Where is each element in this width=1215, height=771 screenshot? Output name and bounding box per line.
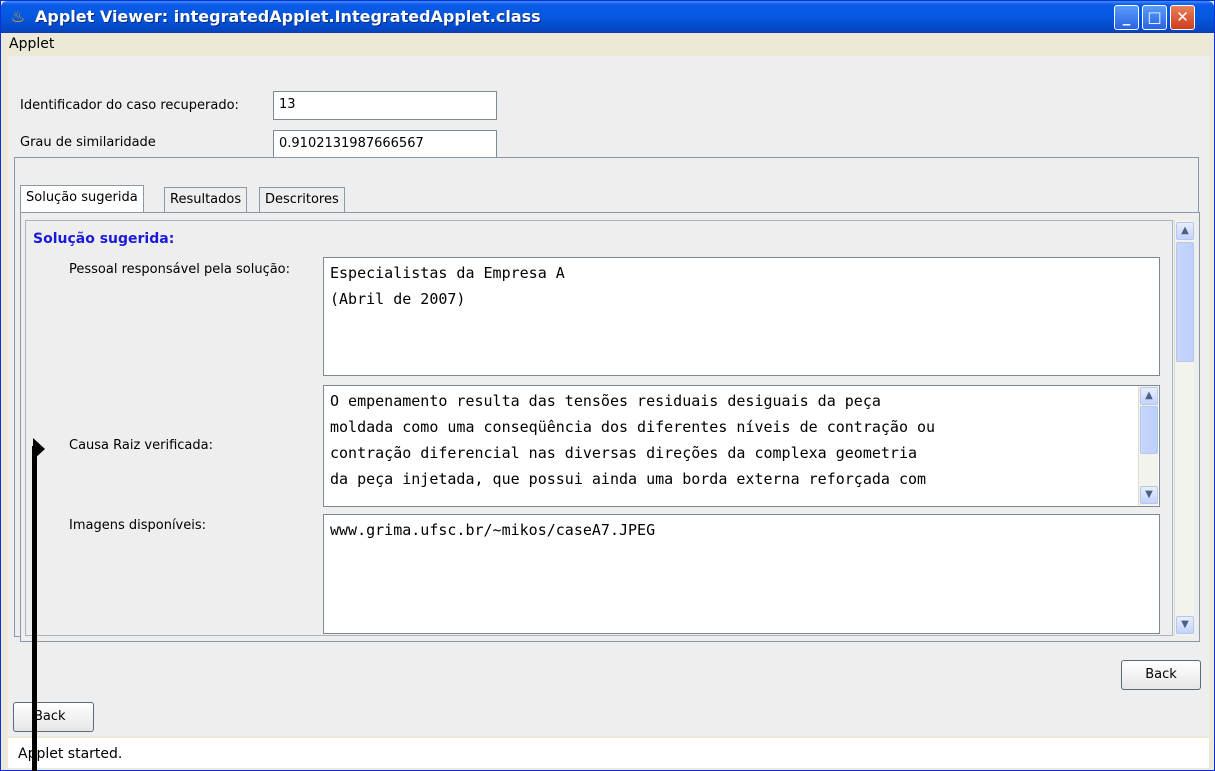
maximize-icon: □ [1147,8,1162,26]
close-icon: ✕ [1176,8,1189,26]
section-title: Solução sugerida: [33,231,175,247]
similarity-field[interactable]: 0.9102131987666567 [273,130,497,159]
root-cause-line-3: contração diferencial nas diversas direç… [330,444,917,462]
images-value: www.grima.ufsc.br/~mikos/caseA7.JPEG [330,521,656,539]
root-cause-scrollbar[interactable]: ▲ ▼ [1138,386,1158,506]
root-cause-line-4: da peça injetada, que possui ainda uma b… [330,470,927,488]
scroll-up-icon[interactable]: ▲ [1176,222,1194,240]
similarity-label: Grau de similaridade [20,135,156,150]
case-id-label: Identificador do caso recuperado: [20,98,239,113]
annotation-arrow-icon [33,438,45,460]
close-button[interactable]: ✕ [1170,5,1195,30]
minimize-icon: _ [1122,8,1131,26]
root-cause-label: Causa Raiz verificada: [69,438,213,453]
maximize-button[interactable]: □ [1142,5,1167,30]
scroll-up-icon[interactable]: ▲ [1140,387,1158,405]
status-bar: Applet started. [8,738,1209,768]
personnel-label: Pessoal responsável pela solução: [69,262,291,277]
case-id-field[interactable]: 13 [273,91,497,120]
minimize-button[interactable]: _ [1114,5,1139,30]
root-cause-line-2: moldada como uma conseqüência dos difere… [330,418,936,436]
back-button-left[interactable]: Back [13,702,94,732]
title-bar[interactable]: ♨ Applet Viewer: integratedApplet.Integr… [1,1,1214,33]
tab-descritores[interactable]: Descritores [259,187,345,212]
scroll-thumb[interactable] [1140,406,1158,454]
root-cause-line-1: O empenamento resulta das tensões residu… [330,392,881,410]
tab-resultados[interactable]: Resultados [164,187,248,212]
back-button-right[interactable]: Back [1121,660,1201,690]
personnel-line-1: Especialistas da Empresa A [330,264,565,282]
window-title: Applet Viewer: integratedApplet.Integrat… [35,7,541,26]
java-cup-icon: ♨ [10,7,26,26]
menu-applet[interactable]: Applet [9,36,54,52]
panel-scrollbar[interactable]: ▲ ▼ [1174,220,1194,636]
scroll-down-icon[interactable]: ▼ [1140,486,1158,504]
tab-solucao-sugerida[interactable]: Solução sugerida [20,185,144,214]
images-label: Imagens disponíveis: [69,518,207,533]
root-cause-textarea[interactable]: O empenamento resulta das tensões residu… [323,385,1160,507]
annotation-arrow-line [32,446,37,771]
personnel-textarea[interactable]: Especialistas da Empresa A (Abril de 2007… [323,257,1160,376]
scroll-down-icon[interactable]: ▼ [1176,616,1194,634]
scroll-thumb[interactable] [1176,242,1194,362]
menu-bar: Applet [5,33,1210,55]
images-textarea[interactable]: www.grima.ufsc.br/~mikos/caseA7.JPEG [323,514,1160,634]
personnel-line-2: (Abril de 2007) [330,290,466,308]
